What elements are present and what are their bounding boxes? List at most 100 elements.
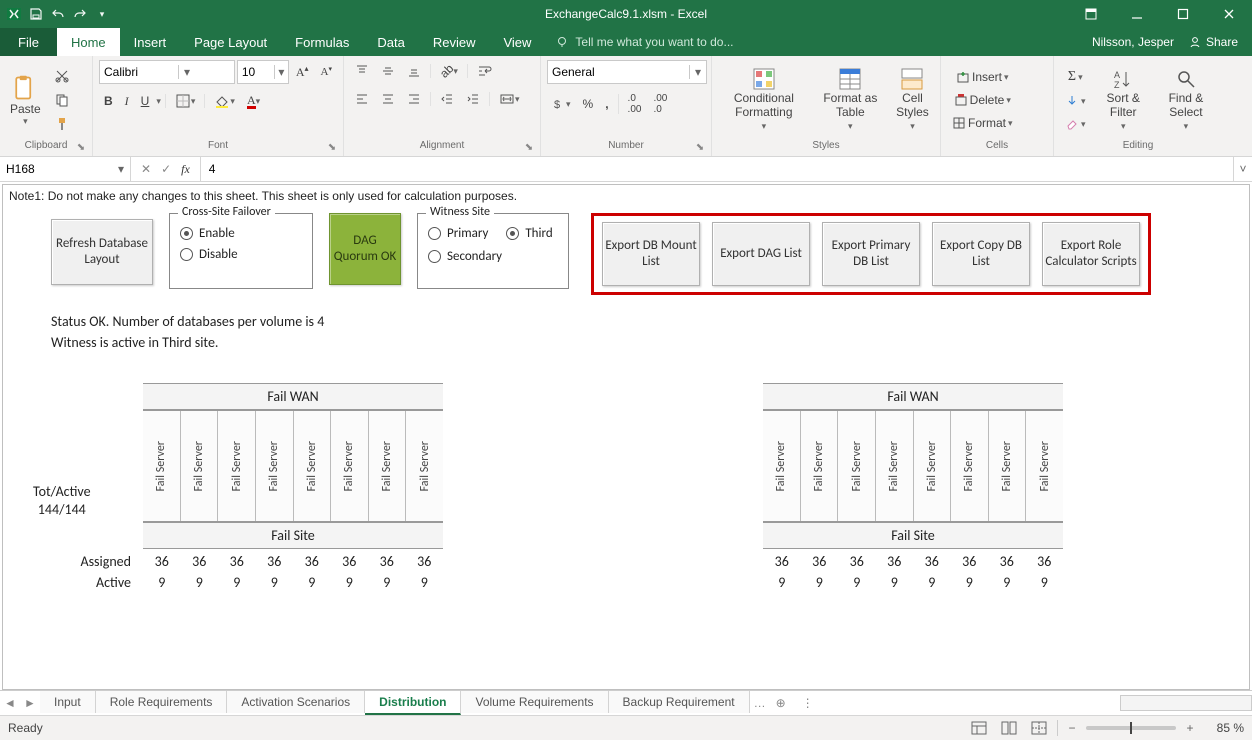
- fail-server-column[interactable]: Fail Server: [293, 411, 331, 521]
- fail-server-column[interactable]: Fail Server: [255, 411, 293, 521]
- borders-button[interactable]: ▾: [170, 90, 201, 112]
- format-cells-button[interactable]: Format▾: [947, 113, 1018, 133]
- horizontal-scrollbar[interactable]: [1120, 695, 1252, 711]
- tab-review[interactable]: Review: [419, 28, 490, 56]
- format-painter-button[interactable]: [49, 113, 75, 135]
- font-name-input[interactable]: [100, 65, 178, 79]
- paste-button[interactable]: Paste ▾: [6, 72, 45, 129]
- cut-button[interactable]: [49, 65, 75, 87]
- fail-server-column[interactable]: Fail Server: [875, 411, 913, 521]
- zoom-in-button[interactable]: +: [1182, 721, 1198, 735]
- tab-home[interactable]: Home: [57, 28, 120, 56]
- align-middle-button[interactable]: [376, 61, 400, 81]
- chevron-down-icon[interactable]: ▾: [274, 65, 288, 79]
- sheet-tab-role-requirements[interactable]: Role Requirements: [96, 691, 228, 713]
- zoom-out-button[interactable]: −: [1064, 721, 1080, 735]
- tell-me-search[interactable]: Tell me what you want to do...: [555, 28, 733, 56]
- font-color-button[interactable]: A▾: [242, 91, 265, 112]
- font-size-combo[interactable]: ▾: [237, 60, 289, 84]
- minimize-button[interactable]: [1114, 0, 1160, 28]
- fail-server-column[interactable]: Fail Server: [988, 411, 1026, 521]
- increase-indent-button[interactable]: [461, 89, 485, 109]
- tab-page-layout[interactable]: Page Layout: [180, 28, 281, 56]
- name-box-input[interactable]: [4, 161, 116, 177]
- page-layout-view-button[interactable]: [997, 718, 1021, 738]
- bold-button[interactable]: B: [99, 91, 118, 111]
- insert-cells-button[interactable]: Insert▾: [947, 67, 1018, 87]
- qat-dropdown-icon[interactable]: ▾: [94, 6, 110, 22]
- font-dialog-launcher[interactable]: ⬊: [327, 142, 337, 152]
- radio-secondary[interactable]: Secondary: [428, 249, 558, 264]
- zoom-slider[interactable]: [1086, 726, 1176, 730]
- number-format-input[interactable]: [548, 65, 689, 79]
- fail-server-column[interactable]: Fail Server: [330, 411, 368, 521]
- expand-formula-bar-button[interactable]: ˅: [1233, 157, 1252, 181]
- number-dialog-launcher[interactable]: ⬊: [695, 142, 705, 152]
- page-break-view-button[interactable]: [1027, 718, 1051, 738]
- decrease-font-button[interactable]: A▾: [316, 63, 337, 81]
- conditional-formatting-button[interactable]: Conditional Formatting ▾: [718, 68, 810, 131]
- clear-button[interactable]: ▾: [1060, 114, 1091, 134]
- align-bottom-button[interactable]: [402, 61, 426, 81]
- copy-button[interactable]: [49, 89, 75, 111]
- tab-formulas[interactable]: Formulas: [281, 28, 363, 56]
- export-primary-db-list-button[interactable]: Export Primary DB List: [822, 222, 920, 286]
- decrease-decimal-button[interactable]: .00.0: [648, 90, 672, 118]
- maximize-button[interactable]: [1160, 0, 1206, 28]
- close-button[interactable]: [1206, 0, 1252, 28]
- cell-styles-button[interactable]: Cell Styles ▾: [891, 68, 934, 131]
- wrap-text-button[interactable]: [472, 60, 498, 82]
- export-db-mount-list-button[interactable]: Export DB Mount List: [602, 222, 700, 286]
- name-box[interactable]: ▾: [0, 157, 131, 181]
- comma-format-button[interactable]: ,: [600, 94, 613, 114]
- save-icon[interactable]: [28, 6, 44, 22]
- italic-button[interactable]: I: [120, 91, 134, 112]
- tab-data[interactable]: Data: [363, 28, 418, 56]
- formula-input[interactable]: [207, 161, 1227, 177]
- chevron-down-icon[interactable]: ▾: [689, 65, 706, 79]
- chevron-down-icon[interactable]: ▾: [116, 162, 126, 176]
- radio-disable[interactable]: Disable: [180, 247, 302, 262]
- sheet-tab-backup-requirement[interactable]: Backup Requirement: [609, 691, 750, 713]
- radio-enable[interactable]: Enable: [180, 226, 302, 241]
- percent-format-button[interactable]: %: [578, 94, 599, 114]
- font-name-combo[interactable]: ▾: [99, 60, 235, 84]
- new-sheet-button[interactable]: ⊕: [770, 696, 792, 710]
- worksheet-area[interactable]: Note1: Do not make any changes to this s…: [2, 184, 1250, 690]
- fail-server-column[interactable]: Fail Server: [1025, 411, 1063, 521]
- align-top-button[interactable]: [350, 61, 374, 81]
- fill-button[interactable]: ▾: [1060, 91, 1091, 111]
- export-copy-db-list-button[interactable]: Export Copy DB List: [932, 222, 1030, 286]
- account-name[interactable]: Nilsson, Jesper: [1092, 35, 1174, 49]
- cancel-formula-button[interactable]: ✕: [141, 162, 151, 176]
- number-format-combo[interactable]: ▾: [547, 60, 707, 84]
- redo-icon[interactable]: [72, 6, 88, 22]
- fail-server-column[interactable]: Fail Server: [763, 411, 800, 521]
- fx-button[interactable]: fx: [181, 162, 190, 177]
- align-left-button[interactable]: [350, 89, 374, 109]
- ribbon-display-options-icon[interactable]: [1068, 0, 1114, 28]
- fail-server-column[interactable]: Fail Server: [800, 411, 838, 521]
- export-dag-list-button[interactable]: Export DAG List: [712, 222, 810, 286]
- underline-button[interactable]: U: [136, 91, 155, 111]
- share-button[interactable]: Share: [1188, 35, 1238, 49]
- align-center-button[interactable]: [376, 89, 400, 109]
- find-select-button[interactable]: Find & Select ▾: [1156, 68, 1216, 131]
- export-role-calculator-scripts-button[interactable]: Export Role Calculator Scripts: [1042, 222, 1140, 286]
- sheet-tab-distribution[interactable]: Distribution: [365, 691, 461, 715]
- delete-cells-button[interactable]: Delete▾: [947, 90, 1018, 110]
- refresh-database-layout-button[interactable]: Refresh Database Layout: [51, 219, 153, 285]
- fail-server-column[interactable]: Fail Server: [180, 411, 218, 521]
- fail-server-column[interactable]: Fail Server: [950, 411, 988, 521]
- sheet-tab-activation-scenarios[interactable]: Activation Scenarios: [227, 691, 365, 713]
- chevron-down-icon[interactable]: ▾: [178, 65, 195, 79]
- alignment-dialog-launcher[interactable]: ⬊: [524, 142, 534, 152]
- accounting-format-button[interactable]: $▾: [547, 94, 576, 114]
- tab-file[interactable]: File: [0, 28, 57, 56]
- sheet-tab-volume-requirements[interactable]: Volume Requirements: [461, 691, 608, 713]
- increase-decimal-button[interactable]: .0.00: [623, 90, 647, 118]
- fill-color-button[interactable]: ▾: [209, 90, 240, 112]
- orientation-button[interactable]: ab▾: [435, 61, 463, 81]
- tab-view[interactable]: View: [489, 28, 545, 56]
- sheet-tab-input[interactable]: Input: [40, 691, 96, 713]
